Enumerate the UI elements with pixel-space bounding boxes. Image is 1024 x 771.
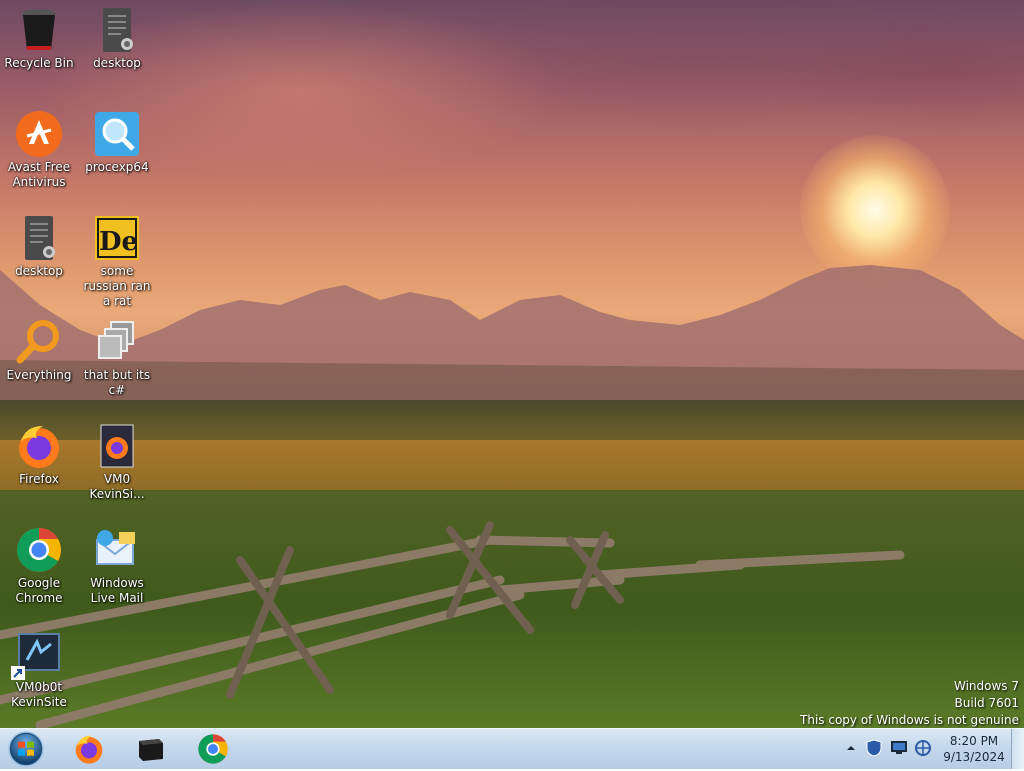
process-explorer-icon	[93, 110, 141, 158]
chrome-icon	[15, 526, 63, 574]
desktop-icon-label: Recycle Bin	[4, 56, 74, 70]
desktop-icon-some-russian-ran-a-rat[interactable]: De some russian ran a rat	[79, 214, 155, 309]
everything-search-icon	[15, 318, 63, 366]
desktop-icon-google-chrome[interactable]: Google Chrome	[1, 526, 77, 606]
shortcut-file-icon	[15, 214, 63, 262]
chevron-up-icon	[847, 746, 855, 750]
desktop-icon-label: procexp64	[85, 160, 149, 174]
taskbar-chrome-button[interactable]	[186, 731, 240, 767]
firefox-icon	[75, 735, 103, 764]
desktop-icon-label: VM0 KevinSi...	[89, 472, 145, 501]
tray-network-button[interactable]	[914, 739, 932, 760]
action-center-icon	[891, 741, 907, 754]
desktop-icon-vm0-kevinsi[interactable]: VM0 KevinSi...	[79, 422, 155, 502]
chrome-icon	[198, 734, 228, 764]
desktop-icon-label: some russian ran a rat	[83, 264, 151, 308]
desktop-icon-label: Google Chrome	[15, 576, 63, 605]
de-app-icon: De	[93, 214, 141, 262]
windows-live-mail-icon	[93, 526, 141, 574]
clock-date: 9/13/2024	[943, 750, 1005, 764]
firefox-icon	[15, 422, 63, 470]
desktop-icon-label: Everything	[6, 368, 72, 382]
desktop-icon-avast[interactable]: Avast Free Antivirus	[1, 110, 77, 190]
clock-time: 8:20 PM	[949, 734, 999, 748]
avast-icon	[15, 110, 63, 158]
security-shield-icon	[866, 739, 882, 757]
terminal-icon	[139, 739, 163, 761]
desktop-icon-windows-live-mail[interactable]: Windows Live Mail	[79, 526, 155, 606]
desktop-icon-everything[interactable]: Everything	[1, 318, 77, 383]
vm-bot-icon	[11, 630, 63, 680]
desktop-icon-label: desktop	[15, 264, 63, 278]
show-desktop-button[interactable]	[1011, 729, 1024, 769]
show-hidden-icons-button[interactable]	[846, 741, 856, 758]
watermark-genuine-notice: This copy of Windows is not genuine	[800, 713, 1019, 727]
recycle-bin-icon	[15, 6, 63, 54]
desktop-icon-label: Avast Free Antivirus	[7, 160, 71, 189]
windows-orb-icon	[8, 731, 44, 767]
desktop-icon-desktop-2[interactable]: desktop	[1, 214, 77, 279]
desktop-icon-recycle-bin[interactable]: Recycle Bin	[1, 6, 77, 71]
desktop-icon-label: Firefox	[19, 472, 59, 486]
desktop-icon-desktop-1[interactable]: desktop	[79, 6, 155, 71]
desktop-icon-label: VM0b0t KevinSite	[11, 680, 67, 709]
desktop-icon-procexp64[interactable]: procexp64	[79, 110, 155, 175]
watermark-build: Build 7601	[954, 696, 1019, 710]
desktop-icon-vm0b0t-kevinsite[interactable]: VM0b0t KevinSite	[1, 630, 77, 710]
taskbar: 8:20 PM 9/13/2024	[0, 728, 1024, 769]
watermark-os: Windows 7	[953, 679, 1019, 693]
desktop-icon-firefox[interactable]: Firefox	[1, 422, 77, 487]
desktop-icon-label: desktop	[93, 56, 141, 70]
copy-windows-icon	[93, 318, 141, 366]
taskbar-terminal-button[interactable]	[124, 731, 178, 767]
taskbar-clock[interactable]: 8:20 PM 9/13/2024	[940, 733, 1008, 765]
desktop-icon-label: Windows Live Mail	[90, 576, 144, 605]
firefox-file-icon	[93, 422, 141, 470]
tray-action-center-button[interactable]	[890, 739, 908, 758]
tray-security-button[interactable]	[866, 739, 882, 760]
shortcut-arrow-icon	[11, 666, 25, 680]
desktop-icon-that-but-its-csharp[interactable]: that but its c#	[79, 318, 155, 398]
network-icon	[915, 740, 931, 756]
desktop-icon-label: that but its c#	[83, 368, 151, 397]
svg-text:De: De	[99, 227, 138, 257]
windows-genuine-watermark: Windows 7 Build 7601 This copy of Window…	[800, 678, 1019, 729]
start-button[interactable]	[6, 730, 46, 768]
taskbar-firefox-button[interactable]	[62, 731, 116, 767]
shortcut-file-icon	[93, 6, 141, 54]
